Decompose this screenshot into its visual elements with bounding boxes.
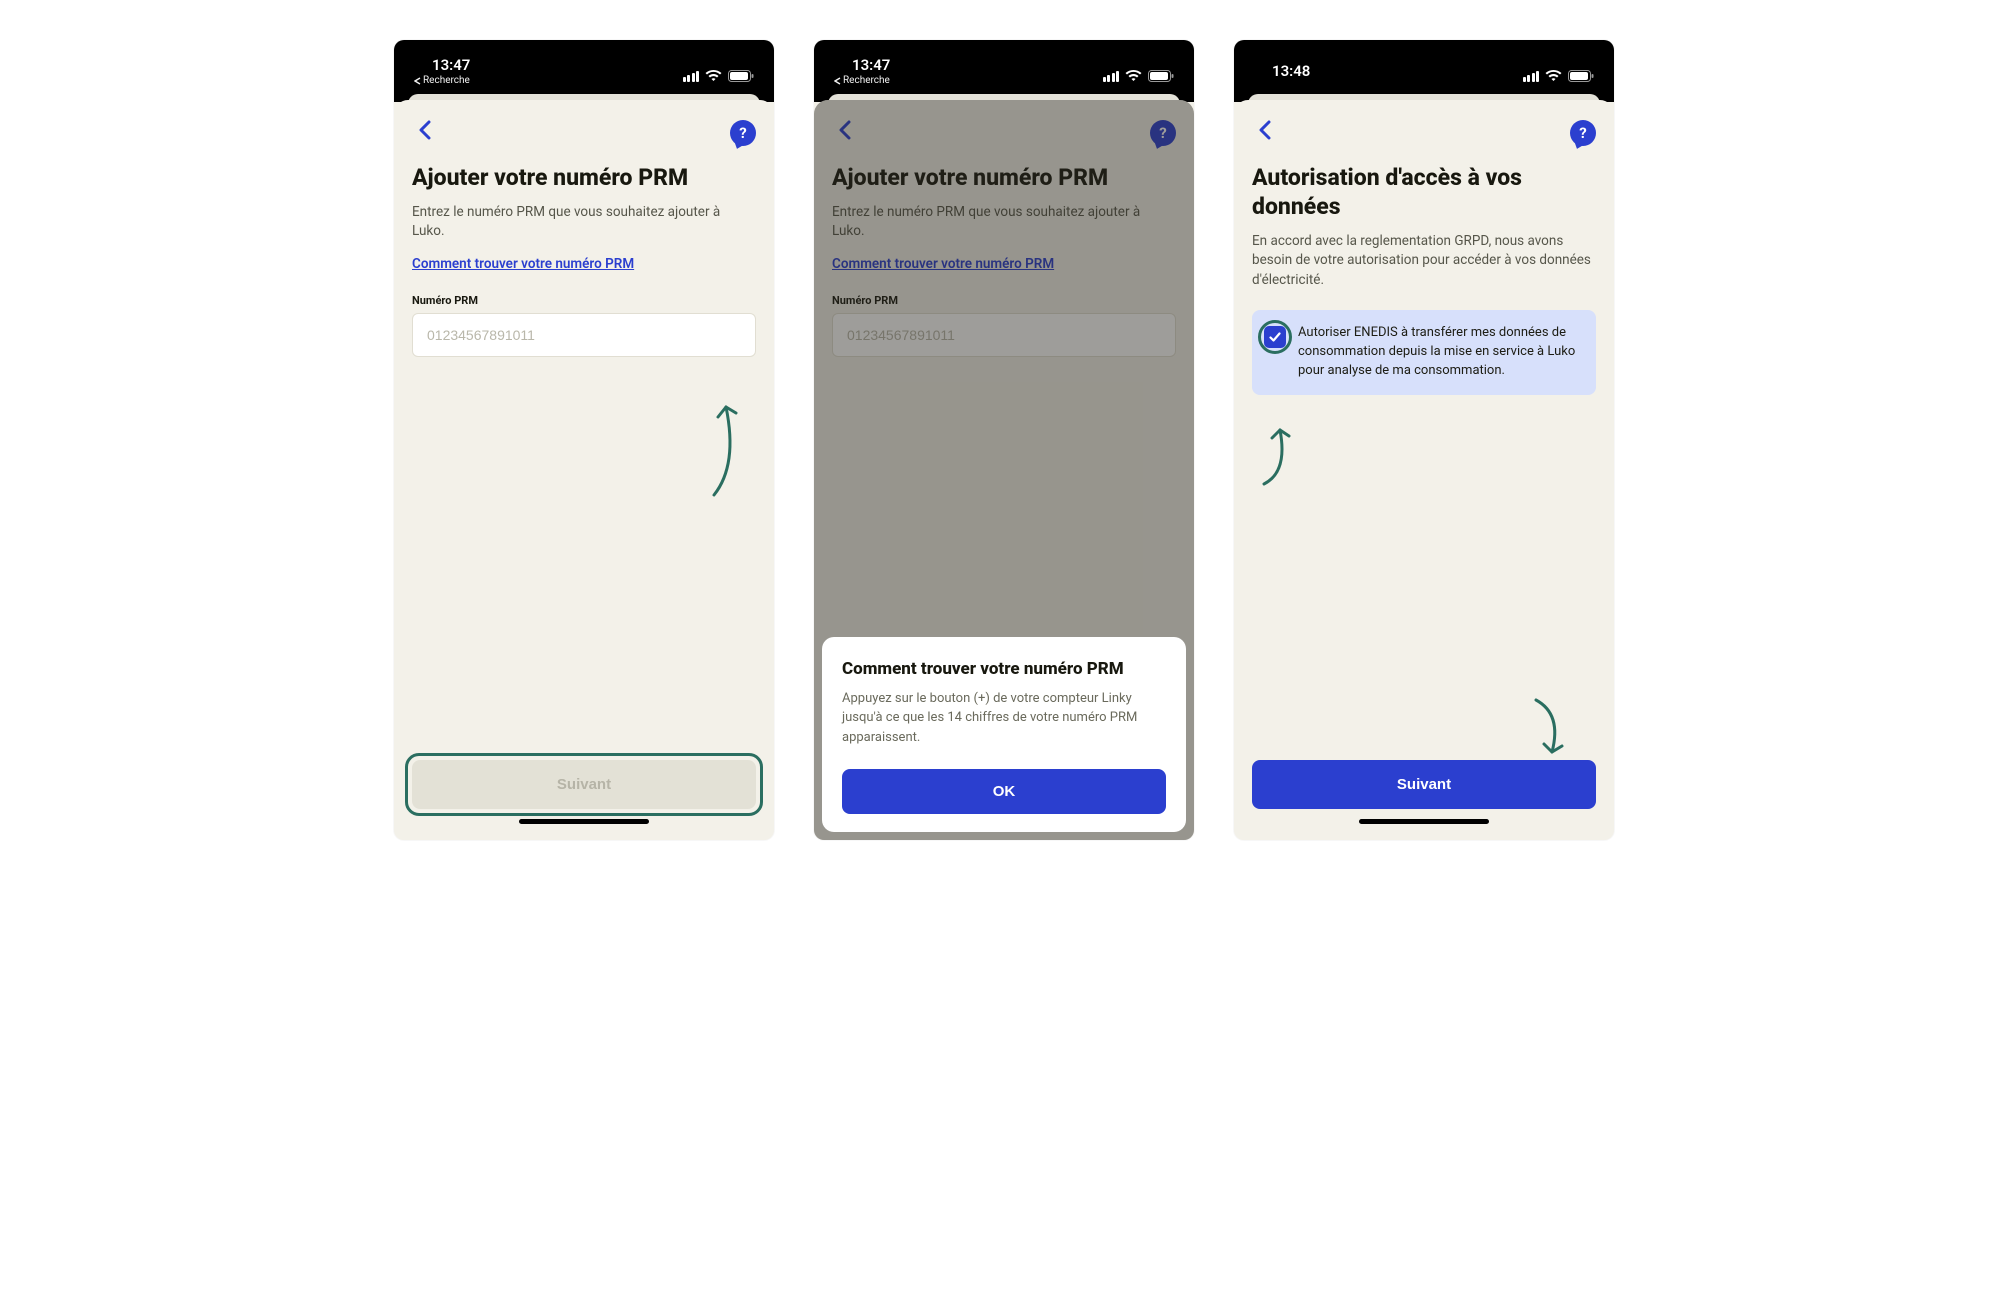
status-time: 13:47 bbox=[432, 56, 470, 74]
battery-icon bbox=[1148, 70, 1174, 82]
back-button[interactable] bbox=[412, 118, 437, 148]
status-icons bbox=[1523, 70, 1595, 86]
back-to-app[interactable]: Recherche bbox=[414, 75, 470, 86]
input-label: Numéro PRM bbox=[412, 294, 756, 307]
annotation-highlight: Suivant bbox=[412, 760, 756, 809]
home-indicator[interactable] bbox=[519, 819, 649, 824]
wifi-icon bbox=[1545, 70, 1562, 82]
back-button[interactable] bbox=[1252, 118, 1277, 148]
help-icon[interactable]: ? bbox=[1570, 120, 1596, 146]
page-subtitle: En accord avec la reglementation GRPD, n… bbox=[1252, 232, 1596, 291]
wifi-icon bbox=[1125, 70, 1142, 82]
status-time: 13:48 bbox=[1272, 62, 1310, 80]
phone-screen-1: 13:47 Recherche ? Ajouter votre numéro P… bbox=[394, 40, 774, 840]
status-time: 13:47 bbox=[852, 56, 890, 74]
phone-screen-2: 13:47 Recherche ? Ajouter votre numéro P… bbox=[814, 40, 1194, 840]
battery-icon bbox=[1568, 70, 1594, 82]
status-bar: 13:47 Recherche bbox=[814, 40, 1194, 90]
home-indicator[interactable] bbox=[1359, 819, 1489, 824]
back-to-app[interactable]: Recherche bbox=[834, 75, 890, 86]
status-icons bbox=[1103, 70, 1175, 86]
cellular-signal-icon bbox=[1523, 71, 1540, 82]
prm-input[interactable] bbox=[412, 313, 756, 357]
consent-checkbox[interactable] bbox=[1264, 326, 1286, 348]
next-button[interactable]: Suivant bbox=[1252, 760, 1596, 809]
modal-ok-button[interactable]: OK bbox=[842, 769, 1166, 814]
status-icons bbox=[683, 70, 755, 86]
modal-title: Comment trouver votre numéro PRM bbox=[842, 659, 1166, 679]
wifi-icon bbox=[705, 70, 722, 82]
next-button[interactable]: Suivant bbox=[412, 760, 756, 809]
battery-icon bbox=[728, 70, 754, 82]
page-subtitle: Entrez le numéro PRM que vous souhaitez … bbox=[412, 203, 756, 242]
consent-text: Autoriser ENEDIS à transférer mes donnée… bbox=[1298, 324, 1582, 381]
modal-body: Appuyez sur le bouton (+) de votre compt… bbox=[842, 689, 1166, 748]
help-modal: Comment trouver votre numéro PRM Appuyez… bbox=[822, 637, 1186, 833]
phone-screen-3: 13:48 ? Autorisation d'accès à vos donné… bbox=[1234, 40, 1614, 840]
cellular-signal-icon bbox=[1103, 71, 1120, 82]
consent-box: Autoriser ENEDIS à transférer mes donnée… bbox=[1252, 310, 1596, 395]
help-icon[interactable]: ? bbox=[730, 120, 756, 146]
help-link[interactable]: Comment trouver votre numéro PRM bbox=[412, 256, 756, 272]
status-bar: 13:47 Recherche bbox=[394, 40, 774, 90]
page-title: Autorisation d'accès à vos données bbox=[1252, 164, 1596, 222]
page-title: Ajouter votre numéro PRM bbox=[412, 164, 756, 193]
cellular-signal-icon bbox=[683, 71, 700, 82]
status-bar: 13:48 bbox=[1234, 40, 1614, 90]
